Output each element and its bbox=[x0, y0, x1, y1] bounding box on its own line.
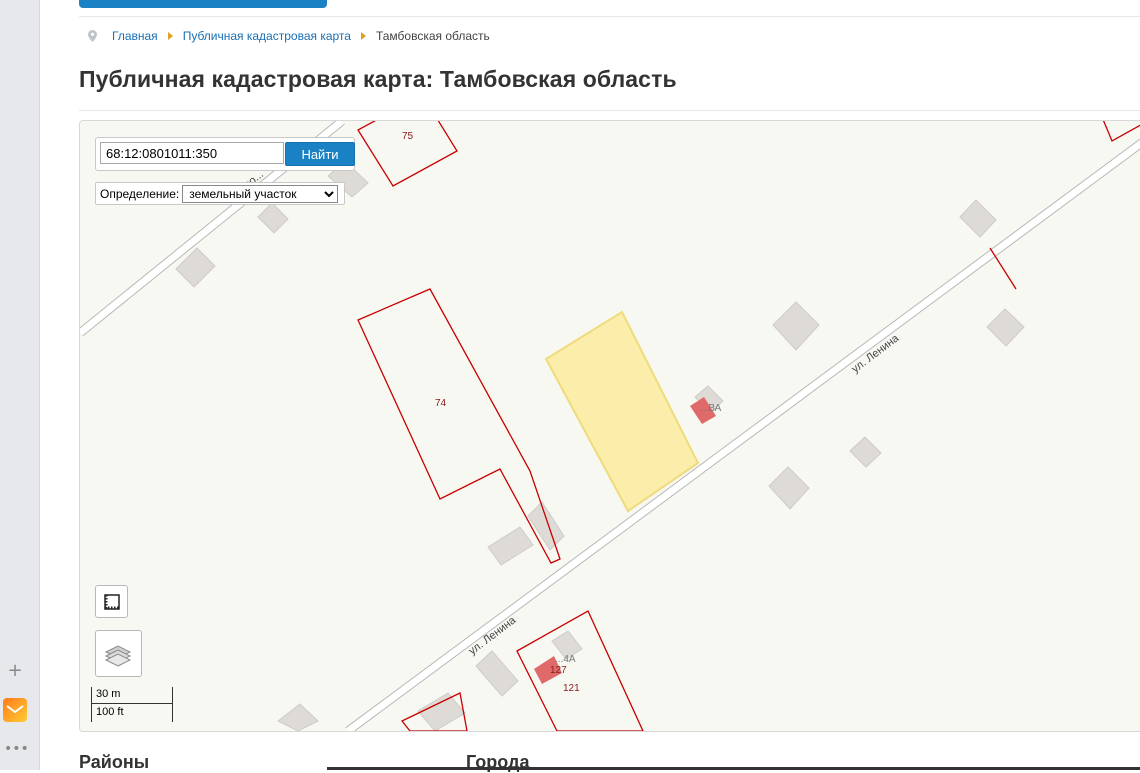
search-button[interactable]: Найти bbox=[285, 142, 355, 166]
parcel-label: 74 bbox=[435, 398, 447, 409]
measure-button[interactable] bbox=[95, 585, 128, 618]
browser-side-rail: + ••• bbox=[0, 0, 40, 770]
layers-icon bbox=[104, 645, 132, 667]
parcel-74-border bbox=[357, 288, 561, 564]
search-panel: Найти bbox=[95, 137, 355, 171]
breadcrumb-current: Тамбовская область bbox=[375, 29, 490, 43]
definition-panel: Определение: земельный участок bbox=[95, 182, 345, 205]
building bbox=[772, 301, 820, 351]
page-title: Публичная кадастровая карта: Тамбовская … bbox=[79, 66, 677, 92]
definition-select[interactable]: земельный участок bbox=[182, 184, 339, 203]
divider bbox=[79, 110, 1140, 111]
breadcrumb: Главная Публичная кадастровая карта Тамб… bbox=[88, 29, 490, 43]
parcel-label: 121 bbox=[563, 683, 580, 694]
building-label: ...ВА bbox=[700, 403, 722, 414]
chevron-right-icon bbox=[360, 32, 366, 40]
building bbox=[849, 436, 882, 468]
building bbox=[417, 692, 466, 731]
ruler-icon bbox=[104, 594, 120, 610]
building-label: ...4А bbox=[555, 654, 576, 665]
cadastral-map[interactable]: 75 74 121 127 ...ВА ...4А ул. Ленина ул.… bbox=[79, 120, 1140, 732]
map-canvas[interactable]: 75 74 121 127 ...ВА ...4А ул. Ленина ул.… bbox=[80, 121, 1140, 731]
location-pin-icon bbox=[88, 30, 97, 42]
more-icon[interactable]: ••• bbox=[4, 738, 29, 760]
cadastral-number-input[interactable] bbox=[100, 142, 284, 164]
building bbox=[986, 308, 1025, 347]
building bbox=[959, 199, 997, 238]
parcel-border bbox=[989, 247, 1017, 290]
scale-imperial: 100 ft bbox=[96, 706, 124, 718]
road-lenina bbox=[345, 138, 1140, 731]
building bbox=[277, 703, 319, 731]
parcel-border bbox=[1102, 121, 1140, 142]
parcel-label: 75 bbox=[402, 131, 414, 142]
add-icon[interactable]: + bbox=[4, 660, 26, 682]
building bbox=[768, 466, 810, 510]
building bbox=[257, 202, 289, 234]
breadcrumb-home-link[interactable]: Главная bbox=[112, 29, 158, 43]
building-label: 127 bbox=[550, 665, 567, 676]
breadcrumb-map-link[interactable]: Публичная кадастровая карта bbox=[183, 29, 351, 43]
chevron-right-icon bbox=[167, 32, 173, 40]
scale-metric: 30 m bbox=[96, 688, 121, 700]
map-scale: 30 m 100 ft bbox=[91, 687, 173, 722]
definition-label: Определение: bbox=[100, 186, 180, 201]
top-action-button[interactable] bbox=[79, 0, 327, 8]
building bbox=[487, 526, 534, 566]
building bbox=[475, 650, 519, 697]
selected-parcel-highlight[interactable] bbox=[544, 310, 700, 513]
mail-app-icon[interactable] bbox=[3, 698, 27, 722]
layers-button[interactable] bbox=[95, 630, 142, 677]
building bbox=[527, 501, 565, 551]
divider bbox=[79, 16, 1140, 17]
